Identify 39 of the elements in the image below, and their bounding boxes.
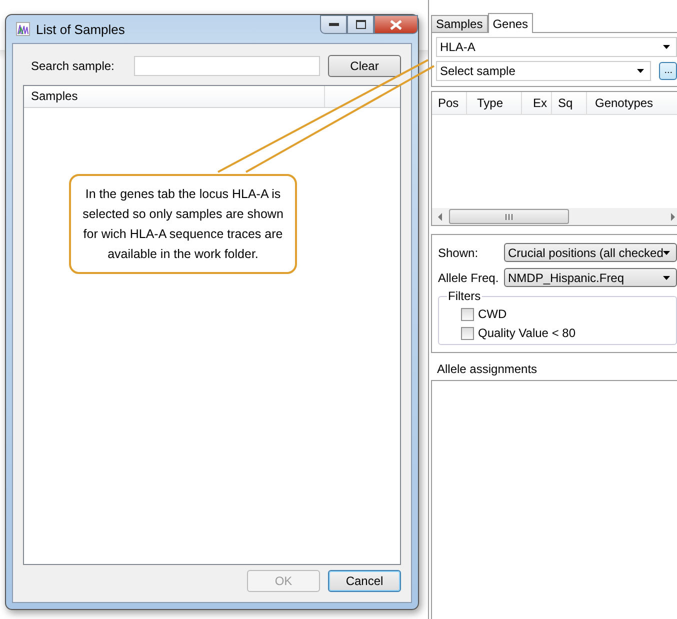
close-button[interactable] bbox=[374, 15, 418, 34]
browse-button[interactable]: ... bbox=[659, 62, 677, 80]
chromatogram-icon bbox=[16, 22, 30, 36]
shown-dropdown[interactable]: Crucial positions (all checked bbox=[504, 243, 677, 262]
search-label: Search sample: bbox=[30, 59, 116, 73]
section-title: Allele assignments bbox=[436, 362, 538, 376]
callout: In the genes tab the locus HLA-A is selected so only samples are shown for wich HLA-A sequence traces are available in the work folder. bbox=[69, 174, 297, 274]
shown-label: Shown: bbox=[438, 246, 480, 260]
minimize-button[interactable] bbox=[320, 15, 347, 34]
maximize-icon bbox=[356, 20, 366, 29]
sample-dropdown[interactable]: Select sample bbox=[436, 61, 652, 81]
column-header[interactable]: Type bbox=[467, 92, 522, 114]
caret-icon bbox=[663, 276, 670, 280]
column-header[interactable]: Genotypes bbox=[587, 92, 677, 114]
filter-checkbox[interactable]: Quality Value < 80 bbox=[461, 326, 676, 340]
column-header[interactable]: Sq bbox=[552, 92, 587, 114]
tab[interactable]: Samples bbox=[431, 15, 488, 32]
scroll-right-icon[interactable] bbox=[670, 212, 676, 220]
caret-icon bbox=[637, 69, 644, 73]
scroll-left-icon[interactable] bbox=[437, 212, 443, 220]
close-icon bbox=[390, 20, 402, 30]
horizontal-scrollbar[interactable] bbox=[432, 208, 677, 225]
locus-dropdown[interactable]: HLA-A bbox=[436, 37, 677, 57]
column-header[interactable]: Pos bbox=[432, 92, 467, 114]
filters-title: Filters bbox=[447, 289, 482, 303]
dialog-button[interactable]: Cancel bbox=[328, 570, 401, 592]
grip-icon bbox=[505, 214, 513, 220]
column-header[interactable]: Ex bbox=[522, 92, 552, 114]
filter-checkbox[interactable]: CWD bbox=[461, 307, 676, 321]
tab[interactable]: Genes bbox=[488, 13, 534, 33]
allele-freq-dropdown[interactable]: NMDP_Hispanic.Freq bbox=[504, 268, 677, 287]
allele-freq-label: Allele Freq. bbox=[438, 270, 500, 284]
maximize-button[interactable] bbox=[347, 15, 374, 34]
caret-icon bbox=[663, 250, 670, 254]
window-title: List of Samples bbox=[36, 22, 125, 36]
minimize-icon bbox=[328, 22, 338, 26]
caret-icon bbox=[663, 45, 670, 49]
clear-button[interactable]: Clear bbox=[328, 55, 401, 77]
search-field[interactable] bbox=[134, 56, 320, 76]
